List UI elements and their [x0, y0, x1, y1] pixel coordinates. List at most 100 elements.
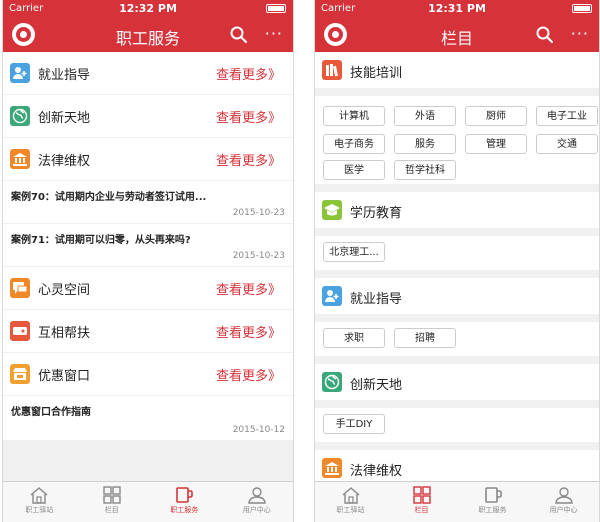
article-date: 2015-10-23: [232, 208, 285, 218]
category-label: 创新天地: [350, 378, 403, 393]
left-screen: Carrier 12:32 PM 职工服务 ··· 就业指导 查看更多》 创新天…: [2, 0, 294, 522]
section-row-legal[interactable]: 法律维权 查看更多》: [3, 138, 293, 180]
chip[interactable]: 求职: [323, 328, 385, 348]
article-date: 2015-10-12: [232, 425, 285, 435]
battery-icon: [572, 4, 592, 13]
article-item[interactable]: 优惠窗口合作指南 2015-10-12: [3, 396, 293, 440]
chip[interactable]: 服务: [394, 134, 456, 154]
view-more-link[interactable]: 查看更多》: [216, 322, 281, 341]
section-label: 就业指导: [38, 68, 91, 83]
chip-group: 手工DIY: [315, 408, 599, 442]
tab-label: 用户中心: [549, 506, 578, 514]
search-icon[interactable]: [229, 25, 249, 45]
chip[interactable]: 管理: [465, 134, 527, 154]
user-icon: [248, 487, 266, 504]
divider: [315, 442, 599, 450]
section-label: 创新天地: [38, 111, 91, 126]
view-more-link[interactable]: 查看更多》: [216, 279, 281, 298]
section-label: 优惠窗口: [38, 369, 91, 384]
article-title: 案例70：试用期内企业与劳动者签订试用...: [11, 192, 207, 203]
tab-label: 职工服务: [478, 506, 507, 514]
chip[interactable]: 医学: [323, 160, 385, 180]
nav-bar: 职工服务 ···: [3, 18, 293, 52]
section-label: 心灵空间: [38, 283, 91, 298]
tab-label: 职工驿站: [336, 506, 365, 514]
chip[interactable]: 交通: [536, 134, 598, 154]
article-date: 2015-10-23: [232, 251, 285, 261]
tab-label: 职工驿站: [25, 506, 54, 514]
section-label: 互相帮扶: [38, 326, 91, 341]
chat-icon: [10, 278, 30, 298]
category-innovation[interactable]: 创新天地: [315, 364, 599, 400]
tab-station[interactable]: 职工驿站: [3, 482, 76, 522]
court-icon: [322, 458, 342, 478]
section-row-jobs[interactable]: 就业指导 查看更多》: [3, 52, 293, 94]
graduation-cap-icon: [322, 200, 342, 220]
page-title: 职工服务: [115, 29, 180, 48]
tab-columns[interactable]: 栏目: [76, 482, 149, 522]
tab-user[interactable]: 用户中心: [528, 482, 599, 522]
tab-services[interactable]: 职工服务: [457, 482, 528, 522]
globe-icon: [10, 106, 30, 126]
home-icon: [342, 487, 359, 504]
divider: [315, 400, 599, 408]
divider: [315, 228, 599, 236]
section-row-discount[interactable]: 优惠窗口 查看更多》: [3, 353, 293, 395]
status-bar: Carrier 12:32 PM: [3, 0, 293, 18]
chip[interactable]: 哲学社科: [394, 160, 456, 180]
chip[interactable]: 电子工业: [536, 106, 598, 126]
category-label: 法律维权: [350, 464, 403, 479]
clock: 12:32 PM: [119, 2, 177, 15]
person-add-icon: [322, 286, 342, 306]
tab-bar: 职工驿站 栏目 职工服务 用户中心: [3, 481, 293, 522]
chip[interactable]: 电子商务: [323, 134, 385, 154]
category-jobs[interactable]: 就业指导: [315, 278, 599, 314]
user-icon: [554, 487, 573, 504]
section-row-innovation[interactable]: 创新天地 查看更多》: [3, 95, 293, 137]
tab-bar: 职工驿站 栏目 职工服务 用户中心: [315, 481, 599, 522]
tab-label: 职工服务: [170, 506, 199, 514]
view-more-link[interactable]: 查看更多》: [216, 64, 281, 83]
chip[interactable]: 外语: [394, 106, 456, 126]
chip[interactable]: 手工DIY: [323, 414, 385, 434]
shop-icon: [10, 364, 30, 384]
chip[interactable]: 北京理工...: [323, 242, 385, 262]
divider: [315, 88, 599, 96]
books-icon: [322, 60, 342, 80]
section-row-mind[interactable]: 心灵空间 查看更多》: [3, 267, 293, 309]
category-skills[interactable]: 技能培训: [315, 52, 599, 88]
page-title: 栏目: [440, 29, 473, 48]
chip[interactable]: 招聘: [394, 328, 456, 348]
section-row-mutual-aid[interactable]: 互相帮扶 查看更多》: [3, 310, 293, 352]
tab-label: 栏目: [414, 506, 429, 514]
view-more-link[interactable]: 查看更多》: [216, 150, 281, 169]
tab-station[interactable]: 职工驿站: [315, 482, 386, 522]
divider: [315, 314, 599, 322]
category-legal[interactable]: 法律维权: [315, 450, 599, 482]
article-item[interactable]: 案例70：试用期内企业与劳动者签订试用... 2015-10-23: [3, 181, 293, 223]
section-label: 法律维权: [38, 154, 91, 169]
search-icon[interactable]: [535, 25, 555, 45]
chip[interactable]: 计算机: [323, 106, 385, 126]
grid-icon: [412, 486, 431, 504]
tab-services[interactable]: 职工服务: [148, 482, 221, 522]
chip-group: 计算机 外语 厨师 电子工业 电子商务 服务 管理 交通 医学 哲学社科: [315, 96, 599, 184]
more-menu-icon[interactable]: ···: [265, 24, 283, 43]
mug-icon: [484, 487, 502, 503]
mug-icon: [176, 487, 194, 503]
ticket-icon: [10, 321, 30, 341]
view-more-link[interactable]: 查看更多》: [216, 107, 281, 126]
chip-group: 求职 招聘: [315, 322, 599, 356]
article-title: 优惠窗口合作指南: [11, 407, 91, 418]
tab-columns[interactable]: 栏目: [386, 482, 457, 522]
more-menu-icon[interactable]: ···: [571, 24, 589, 43]
tab-user[interactable]: 用户中心: [221, 482, 294, 522]
home-icon: [30, 487, 48, 504]
category-education[interactable]: 学历教育: [315, 192, 599, 228]
person-add-icon: [10, 63, 30, 83]
chip[interactable]: 厨师: [465, 106, 527, 126]
article-item[interactable]: 案例71：试用期可以归零，从头再来吗? 2015-10-23: [3, 224, 293, 266]
divider: [315, 356, 599, 364]
battery-icon: [266, 4, 286, 13]
view-more-link[interactable]: 查看更多》: [216, 365, 281, 384]
